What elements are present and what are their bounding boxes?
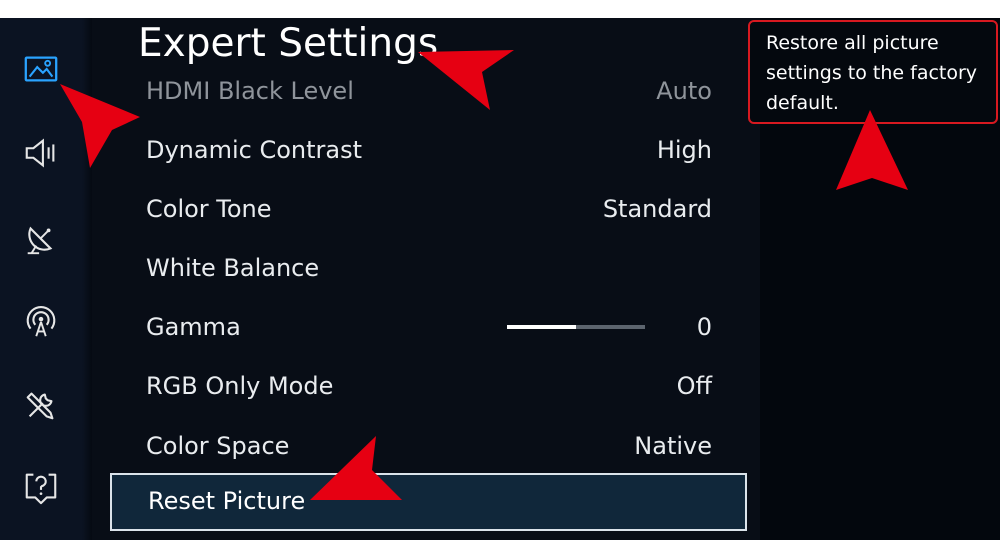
setting-label: Reset Picture — [148, 487, 306, 515]
setting-label: Gamma — [146, 313, 241, 341]
help-text: Restore all picture settings to the fact… — [766, 32, 978, 114]
setting-dynamic-contrast[interactable]: Dynamic Contrast High — [110, 122, 747, 178]
setting-value: Native — [634, 432, 712, 460]
setting-value: High — [656, 136, 712, 164]
setting-gamma[interactable]: Gamma 0 — [110, 299, 747, 355]
sidebar-item-support[interactable] — [18, 382, 64, 428]
setting-label: Color Tone — [146, 195, 272, 223]
picture-icon — [24, 56, 58, 82]
sidebar-item-network[interactable] — [18, 298, 64, 344]
setting-reset-picture[interactable]: Reset Picture — [110, 473, 747, 531]
sidebar-item-picture[interactable] — [18, 46, 64, 92]
speaker-icon — [25, 138, 55, 168]
setting-label: Dynamic Contrast — [146, 136, 363, 164]
setting-label: RGB Only Mode — [146, 372, 334, 400]
sidebar-item-sound[interactable] — [18, 130, 64, 176]
settings-sidebar — [0, 18, 82, 540]
setting-value: 0 — [696, 313, 712, 341]
setting-value: Off — [676, 372, 712, 400]
gamma-slider-fill — [507, 325, 576, 329]
setting-rgb-only-mode[interactable]: RGB Only Mode Off — [110, 358, 747, 414]
network-signal-icon — [26, 306, 56, 337]
setting-value: Auto — [656, 77, 712, 105]
setting-hdmi-black-level[interactable]: HDMI Black Level Auto — [110, 63, 747, 119]
setting-label: White Balance — [146, 254, 320, 282]
gamma-slider[interactable] — [507, 325, 645, 329]
help-tooltip: Restore all picture settings to the fact… — [748, 20, 998, 124]
sidebar-item-broadcasting[interactable] — [18, 215, 64, 261]
setting-color-tone[interactable]: Color Tone Standard — [110, 181, 747, 237]
tools-icon — [26, 392, 54, 420]
sidebar-item-help[interactable] — [18, 464, 64, 510]
setting-color-space[interactable]: Color Space Native — [110, 418, 747, 474]
help-question-icon — [25, 473, 57, 505]
setting-value: Standard — [602, 195, 712, 223]
setting-label: Color Space — [146, 432, 290, 460]
sidebar-divider — [82, 18, 92, 540]
tv-screen: Expert Settings HDMI Black Level Auto Dy… — [0, 18, 1000, 540]
setting-label: HDMI Black Level — [146, 77, 354, 105]
setting-white-balance[interactable]: White Balance — [110, 240, 747, 296]
satellite-dish-icon — [27, 226, 53, 255]
